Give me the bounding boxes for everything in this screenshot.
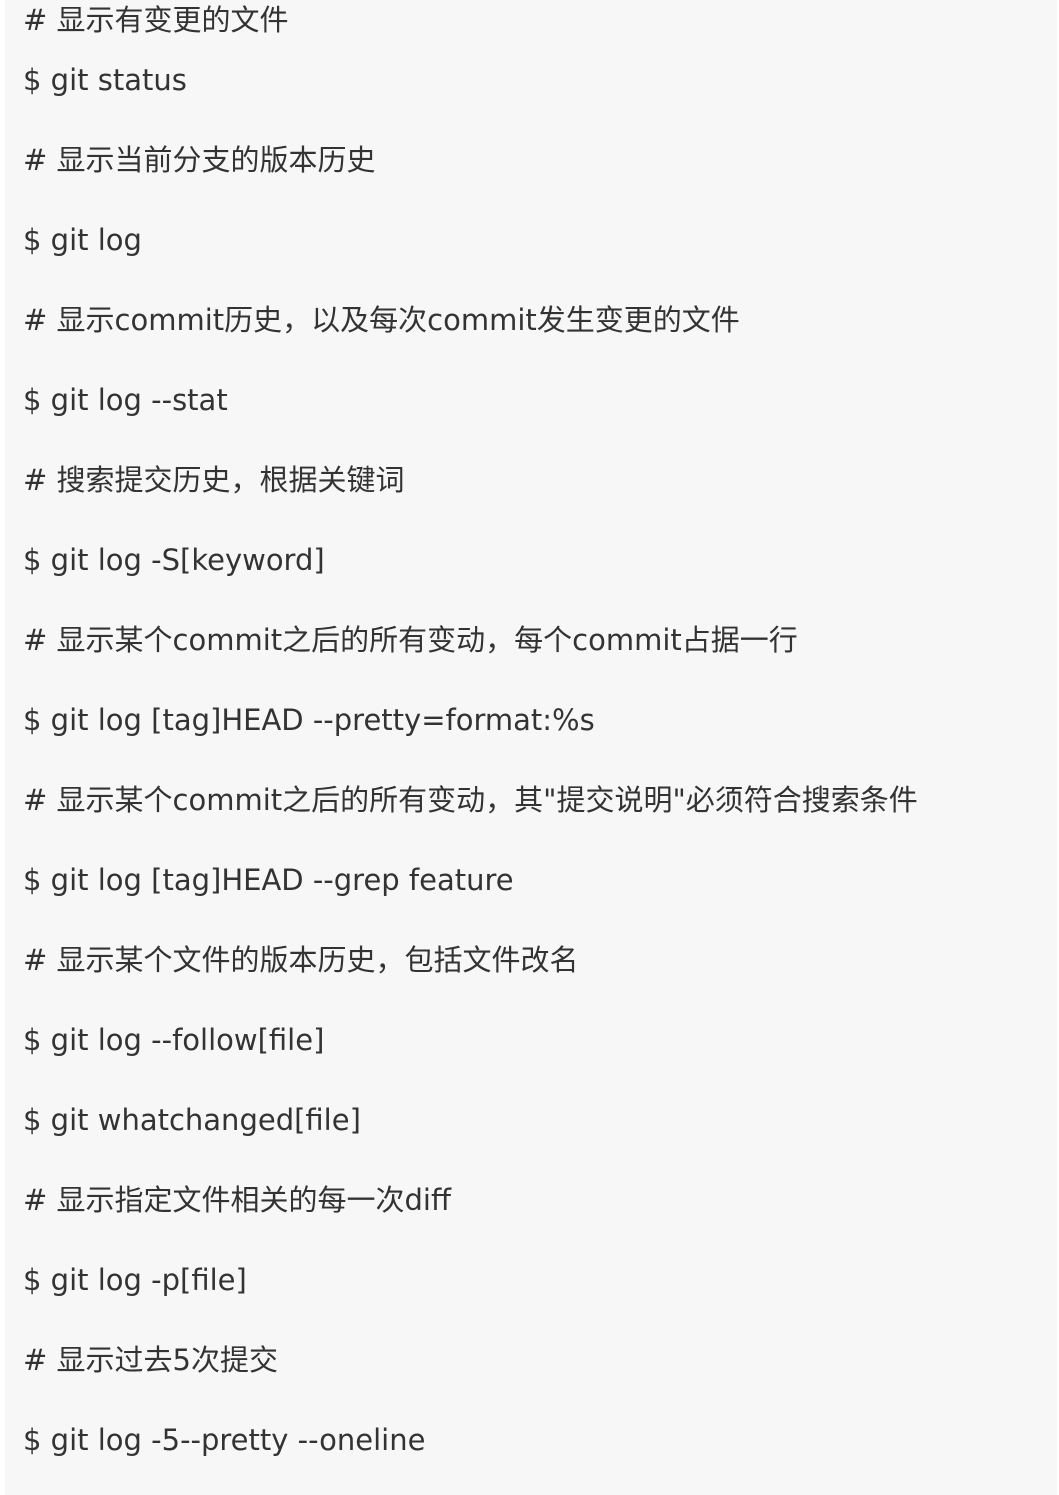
command-line: $ git log -5--pretty --oneline bbox=[23, 1423, 426, 1457]
command-line: $ git log --stat bbox=[23, 383, 228, 417]
command-line: $ git log --follow[file] bbox=[23, 1023, 325, 1057]
code-block: # 显示有变更的文件 $ git status # 显示当前分支的版本历史 $ … bbox=[5, 0, 1057, 1495]
comment-line: # 显示过去5次提交 bbox=[23, 1343, 278, 1377]
comment-line: # 显示指定文件相关的每一次diff bbox=[23, 1183, 451, 1217]
command-line: $ git log bbox=[23, 223, 142, 257]
comment-line: # 搜索提交历史，根据关键词 bbox=[23, 463, 405, 497]
command-line: $ git log -p[file] bbox=[23, 1263, 247, 1297]
command-line: $ git log [tag]HEAD --pretty=format:%s bbox=[23, 703, 595, 737]
command-line: $ git whatchanged[file] bbox=[23, 1103, 361, 1137]
comment-line: # 显示有变更的文件 bbox=[23, 3, 289, 37]
command-line: $ git log -S[keyword] bbox=[23, 543, 325, 577]
comment-line: # 显示某个commit之后的所有变动，其"提交说明"必须符合搜索条件 bbox=[23, 783, 918, 817]
comment-line: # 显示当前分支的版本历史 bbox=[23, 143, 376, 177]
command-line: $ git log [tag]HEAD --grep feature bbox=[23, 863, 514, 897]
comment-line: # 显示某个文件的版本历史，包括文件改名 bbox=[23, 943, 579, 977]
command-line: $ git status bbox=[23, 63, 187, 97]
comment-line: # 显示commit历史，以及每次commit发生变更的文件 bbox=[23, 303, 740, 337]
comment-line: # 显示某个commit之后的所有变动，每个commit占据一行 bbox=[23, 623, 798, 657]
